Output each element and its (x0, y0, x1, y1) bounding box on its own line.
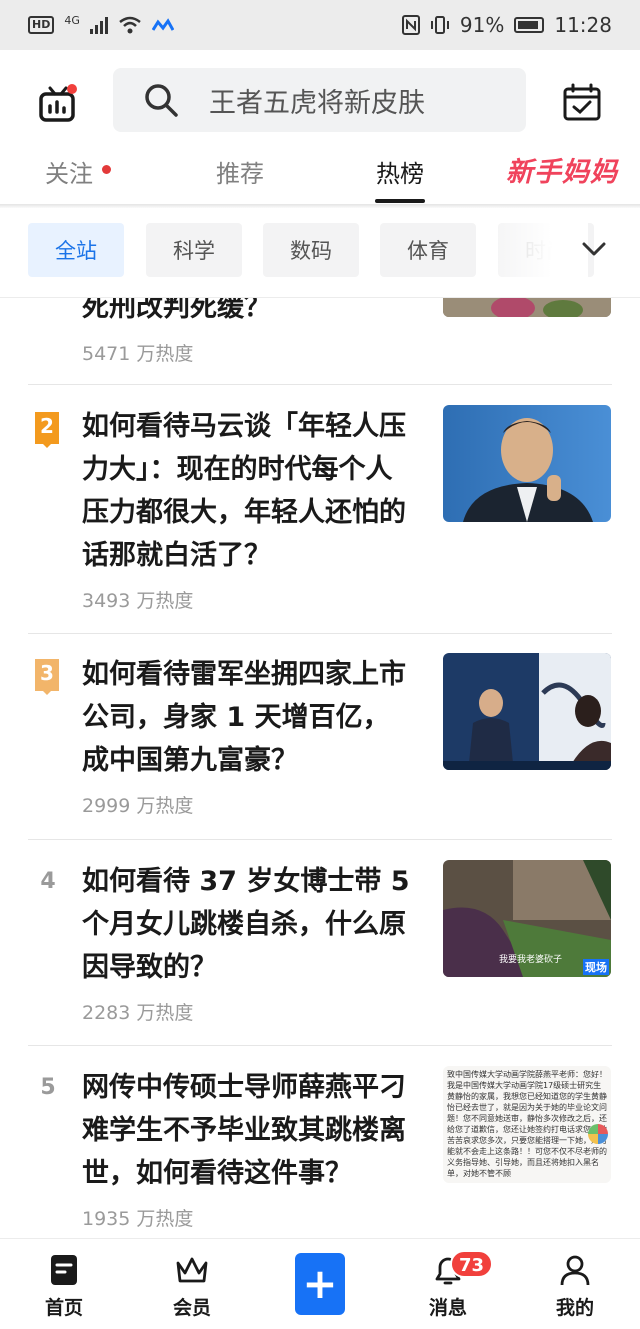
crown-icon (176, 1257, 208, 1283)
tab-hot-list[interactable]: 热榜 (376, 154, 424, 189)
network-type: 4G (64, 13, 80, 27)
tab-follow[interactable]: 关注 (45, 154, 93, 189)
rank-number: 5 (40, 1075, 56, 1100)
chip-fade-overlay (498, 223, 588, 277)
calendar-check-icon[interactable] (562, 82, 602, 122)
nav-home[interactable]: 首页 (24, 1247, 104, 1320)
thumbnail-caption: 我要我老婆砍子 (499, 955, 563, 965)
letter-text: 致中国传媒大学动画学院薛燕平老师：您好！我是中国传媒大学动画学院17级硕士研究生… (447, 1070, 607, 1178)
search-icon (145, 84, 178, 117)
rank-number: 4 (40, 869, 56, 894)
battery-percent: 91% (459, 13, 505, 37)
chip-science[interactable]: 科学 (146, 223, 242, 277)
status-bar: HD 4G 91% 11:28 (0, 0, 640, 50)
signal-icon (89, 16, 108, 34)
tab-recommend[interactable]: 推荐 (216, 154, 264, 189)
list-item[interactable]: 5 网传中传硕士导师薛燕平刁难学生不予毕业致其跳楼离世，如何看待这件事？ 193… (0, 1046, 640, 1238)
item-title: 如何看待雷军坐拥四家上市公司，身家 1 天增百亿，成中国第九富豪？ (82, 659, 406, 776)
category-chips: 全站 科学 数码 体育 时尚 (0, 208, 640, 298)
item-title: 网传中传硕士导师薛燕平刁难学生不予毕业致其跳楼离世，如何看待这件事？ (82, 1072, 406, 1189)
list-item[interactable]: 3 如何看待雷军坐拥四家上市公司，身家 1 天增百亿，成中国第九富豪？ 2999… (0, 634, 640, 839)
wifi-icon (119, 16, 141, 34)
live-tag: 现场 (583, 959, 609, 975)
rank-badge: 2 (35, 412, 59, 448)
nav-label: 我的 (555, 1297, 594, 1319)
nav-profile[interactable]: 我的 (535, 1247, 615, 1320)
chip-all[interactable]: 全站 (28, 223, 124, 277)
item-heat: 3493 万热度 (82, 590, 194, 612)
item-heat: 2999 万热度 (82, 795, 194, 817)
top-header: 王者五虎将新皮肤 (0, 50, 640, 140)
nav-label: 首页 (44, 1297, 83, 1319)
list-item[interactable]: 死刑改判死缓？ 5471 万热度 (0, 298, 640, 384)
create-plus-button[interactable]: + (295, 1253, 345, 1315)
status-bar-right: 91% 11:28 (401, 13, 612, 37)
nav-vip[interactable]: 会员 (152, 1247, 232, 1320)
battery-icon (514, 17, 545, 33)
rank-badge: 3 (35, 659, 59, 695)
item-title: 如何看待 37 岁女博士带 5 个月女儿跳楼自杀，什么原因导致的？ (82, 866, 410, 983)
list-item[interactable]: 4 如何看待 37 岁女博士带 5 个月女儿跳楼自杀，什么原因导致的？ 2283… (0, 840, 640, 1045)
list-item[interactable]: 2 如何看待马云谈「年轻人压力大」：现在的时代每个人压力都很大，年轻人还怕的话那… (0, 385, 640, 633)
search-placeholder: 王者五虎将新皮肤 (209, 87, 425, 119)
item-thumbnail (443, 405, 611, 522)
item-heat: 2283 万热度 (82, 1002, 194, 1024)
active-tab-underline (375, 199, 425, 203)
item-title: 如何看待马云谈「年轻人压力大」：现在的时代每个人压力都很大，年轻人还怕的话那就白… (82, 411, 406, 571)
top-tabs: 关注 推荐 热榜 新手妈妈 (0, 140, 640, 204)
vibrate-icon (430, 16, 449, 34)
message-count-badge: 73 (450, 1250, 494, 1278)
chip-sports[interactable]: 体育 (380, 223, 476, 277)
plus-icon: + (302, 1259, 338, 1308)
search-box[interactable]: 王者五虎将新皮肤 (113, 68, 526, 132)
hot-list: 死刑改判死缓？ 5471 万热度 2 如何看待马云谈「年轻人压力大」：现在的时代… (0, 298, 640, 1238)
item-heat: 5471 万热度 (82, 343, 194, 365)
pinwheel-icon (588, 1124, 608, 1144)
nav-label: 消息 (428, 1297, 467, 1319)
bottom-nav: 首页 会员 + 消息 73 我的 (0, 1238, 640, 1329)
tv-icon[interactable] (38, 84, 78, 124)
hd-indicator: HD (28, 16, 55, 34)
chevron-down-icon[interactable] (581, 240, 607, 258)
tab-new-mom[interactable]: 新手妈妈 (506, 150, 618, 189)
item-heat: 1935 万热度 (82, 1208, 194, 1230)
clock: 11:28 (554, 13, 612, 37)
item-thumbnail: 致中国传媒大学动画学院薛燕平老师：您好！我是中国传媒大学动画学院17级硕士研究生… (443, 1066, 611, 1183)
item-thumbnail (443, 653, 611, 770)
item-title: 死刑改判死缓？ (82, 298, 271, 323)
status-bar-left: HD 4G (28, 13, 174, 34)
follow-unread-dot (102, 165, 111, 174)
chip-digital[interactable]: 数码 (263, 223, 359, 277)
nfc-icon (401, 15, 420, 35)
item-thumbnail (443, 298, 611, 317)
user-icon (560, 1255, 590, 1286)
app-notification-icon (151, 18, 174, 31)
item-thumbnail: 我要我老婆砍子 现场 (443, 860, 611, 977)
nav-label: 会员 (172, 1297, 211, 1319)
home-doc-icon (51, 1255, 77, 1285)
